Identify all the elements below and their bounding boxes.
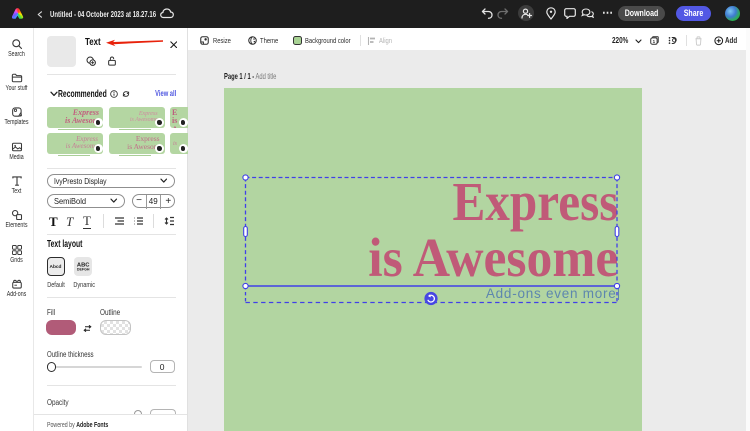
svg-text:DEFGH: DEFGH — [77, 267, 90, 271]
svg-text:Abcd: Abcd — [50, 264, 62, 270]
svg-text:1: 1 — [653, 39, 656, 44]
